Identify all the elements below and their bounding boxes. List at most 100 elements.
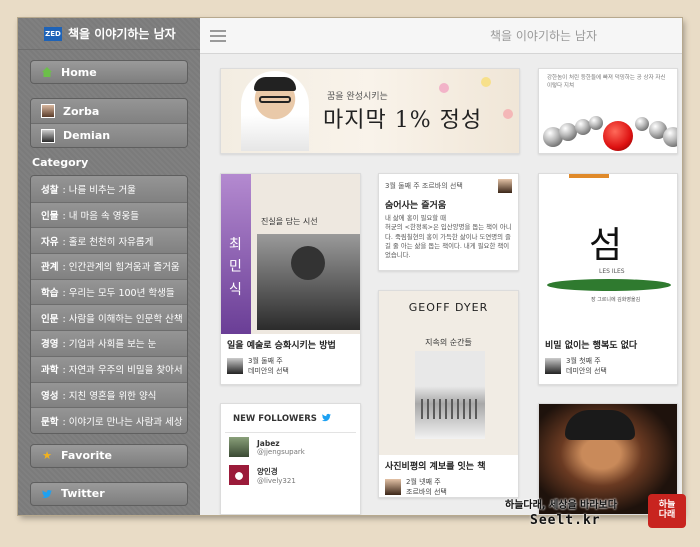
- cover-title: 섬: [589, 225, 623, 266]
- meta-author: 조르바의 선택: [406, 488, 447, 496]
- sidebar-item-zorba[interactable]: Zorba: [31, 99, 187, 123]
- flower-decoration: [503, 109, 513, 119]
- meta-author: 데미안의 선택: [566, 367, 607, 375]
- category-item[interactable]: 영성: 지친 영혼을 위한 양식: [31, 381, 187, 408]
- follower-item[interactable]: Jabez @jjengsupark: [221, 433, 360, 461]
- category-name: 영성: [41, 390, 59, 402]
- watermark-logo-bottom: 다래: [658, 510, 676, 520]
- flower-decoration: [439, 83, 449, 93]
- category-desc: : 자연과 우주의 비밀을 찾아서: [62, 365, 183, 377]
- banner-subtitle: 꿈을 완성시키는: [327, 92, 388, 102]
- home-icon: [41, 66, 53, 78]
- avatar: [229, 465, 249, 485]
- category-item[interactable]: 인물: 내 마음 속 영웅들: [31, 201, 187, 228]
- card-excerpt: 강한놈이 처린 등한들에 빠져 덕밍하는 공 상자 자신 이렇다 지쳐: [547, 75, 666, 89]
- card-meta: 3월 첫째 주데미안의 선택: [539, 354, 677, 378]
- category-heading: Category: [32, 156, 89, 169]
- follower-handle: @lively321: [257, 476, 296, 485]
- category-item[interactable]: 인문: 사람을 이해하는 인문학 산책: [31, 304, 187, 331]
- category-desc: : 사람을 이해하는 인문학 산책: [62, 313, 183, 325]
- category-item[interactable]: 과학: 자연과 우주의 비밀을 찾아서: [31, 355, 187, 382]
- watermark-logo: 하늘 다래: [648, 494, 686, 528]
- author-list: Zorba Demian: [30, 98, 188, 148]
- book-card-spheres[interactable]: 강한놈이 처린 등한들에 빠져 덕밍하는 공 상자 자신 이렇다 지쳐: [538, 68, 678, 154]
- category-name: 인문: [41, 313, 59, 325]
- category-item[interactable]: 문학: 이야기로 만나는 사람과 세상: [31, 407, 187, 433]
- sidebar-item-favorite[interactable]: ★ Favorite: [30, 443, 188, 468]
- sidebar: ZED 책을 이야기하는 남자 Home Zorba Demian Catego…: [18, 18, 200, 515]
- new-followers-card: NEW FOLLOWERS Jabez @jjengsupark 양인경 @live…: [220, 403, 361, 515]
- sidebar-item-label: Demian: [63, 129, 111, 142]
- banner-title: 마지막 1% 정성: [323, 108, 483, 133]
- followers-heading: NEW FOLLOWERS: [225, 404, 356, 433]
- page-title: 책을 이야기하는 남자: [490, 29, 597, 43]
- category-item[interactable]: 경영: 기업과 사회를 보는 눈: [31, 330, 187, 356]
- twitter-bird-icon: [41, 488, 53, 500]
- follower-handle: @jjengsupark: [257, 447, 305, 456]
- category-desc: : 인간관계의 힘겨움과 즐거움: [62, 262, 180, 274]
- sidebar-item-label: Twitter: [61, 487, 105, 501]
- book-cover: 섬 LES ILES 장 그르니에 김화영옮김: [539, 174, 677, 334]
- watermark-text: 하늘다래, 세상을 바라보다: [505, 500, 617, 511]
- category-item[interactable]: 학습: 우리는 모두 100년 학생들: [31, 278, 187, 305]
- category-item[interactable]: 자유: 홀로 천천히 자유롭게: [31, 227, 187, 254]
- category-name: 문학: [41, 416, 59, 428]
- card-excerpt: 내 삶에 홍이 필요할 때 허균의 <한정록>은 입산양명을 돕는 책이 아니다…: [385, 214, 512, 260]
- category-name: 인물: [41, 211, 59, 223]
- brand-title: 책을 이야기하는 남자: [68, 27, 176, 41]
- follower-name: Jabez: [257, 438, 280, 448]
- card-title: 숨어사는 즐거움: [385, 201, 447, 211]
- app-window: ZED 책을 이야기하는 남자 Home Zorba Demian Catego…: [18, 18, 682, 515]
- sidebar-item-twitter[interactable]: Twitter: [30, 481, 188, 506]
- meta-author: 데미안의 선택: [248, 367, 289, 375]
- watermark-url: Seelt.kr: [530, 513, 601, 528]
- meta-date: 3월 둘째 주 조르바의 선택: [385, 182, 463, 190]
- author-photo-glasses: [259, 96, 291, 103]
- cover-author: 장 그르니에 김화영옮김: [591, 297, 641, 303]
- brand-header[interactable]: ZED 책을 이야기하는 남자: [18, 18, 200, 50]
- category-desc: : 지친 영혼을 위한 양식: [62, 390, 157, 402]
- avatar: [385, 479, 401, 495]
- category-desc: : 기업과 사회를 보는 눈: [62, 339, 157, 351]
- category-name: 경영: [41, 339, 59, 351]
- sidebar-item-home[interactable]: Home: [30, 60, 188, 84]
- meta-date: 3월 첫째 주: [566, 357, 601, 365]
- category-desc: : 홀로 천천히 자유롭게: [62, 236, 154, 248]
- sidebar-item-demian[interactable]: Demian: [31, 123, 187, 147]
- sidebar-item-label: Zorba: [63, 104, 100, 118]
- category-desc: : 우리는 모두 100년 학생들: [62, 288, 175, 300]
- card-meta: 3월 둘째 주데미안의 선택: [221, 354, 360, 378]
- avatar: [545, 358, 561, 374]
- book-card-geoff-dyer[interactable]: GEOFF DYER 지속의 순간들 사진비평의 계보를 잇는 책 2월 넷째 …: [378, 290, 519, 498]
- category-name: 관계: [41, 262, 59, 274]
- follower-name: 양인경: [257, 466, 278, 476]
- category-item[interactable]: 관계: 인간관계의 힘겨움과 즐거움: [31, 253, 187, 279]
- book-cover: GEOFF DYER 지속의 순간들: [379, 291, 518, 455]
- category-name: 성찰: [41, 184, 59, 196]
- avatar: [229, 437, 249, 457]
- twitter-bird-icon: [321, 412, 332, 426]
- cover-subtitle: LES ILES: [599, 268, 625, 275]
- menu-icon[interactable]: [210, 29, 226, 42]
- meta-date: 2월 넷째 주: [406, 478, 441, 486]
- spheres-image: [539, 109, 677, 153]
- card-title: 비밀 없이는 행복도 없다: [545, 341, 638, 351]
- book-card-quote[interactable]: 3월 둘째 주 조르바의 선택 숨어사는 즐거움 내 삶에 홍이 필요할 때 허…: [378, 173, 519, 271]
- card-meta: 2월 넷째 주조르바의 선택: [379, 475, 518, 497]
- category-list: 성찰: 나를 비추는 거울 인물: 내 마음 속 영웅들 자유: 홀로 천천히 …: [30, 175, 188, 434]
- category-name: 자유: [41, 236, 59, 248]
- banner-card[interactable]: 꿈을 완성시키는 마지막 1% 정성: [220, 68, 520, 154]
- cover-author: GEOFF DYER: [408, 301, 489, 314]
- avatar: [227, 358, 243, 374]
- meta-date: 3월 둘째 주: [248, 357, 283, 365]
- book-card-seom[interactable]: 섬 LES ILES 장 그르니에 김화영옮김 비밀 없이는 행복도 없다 3월…: [538, 173, 678, 385]
- follower-item[interactable]: 양인경 @lively321: [221, 461, 360, 489]
- avatar: [498, 179, 512, 193]
- portrait-hair: [565, 410, 635, 440]
- avatar: [41, 104, 55, 118]
- card-title: 일을 예술로 승화시키는 방법: [227, 341, 336, 351]
- category-item[interactable]: 성찰: 나를 비추는 거울: [31, 176, 187, 202]
- card-title: 사진비평의 계보를 잇는 책: [385, 462, 486, 472]
- category-name: 과학: [41, 365, 59, 377]
- book-card-art[interactable]: 최민식 진실을 담는 시선 일을 예술로 승화시키는 방법 3월 둘째 주 데미안…: [220, 173, 361, 385]
